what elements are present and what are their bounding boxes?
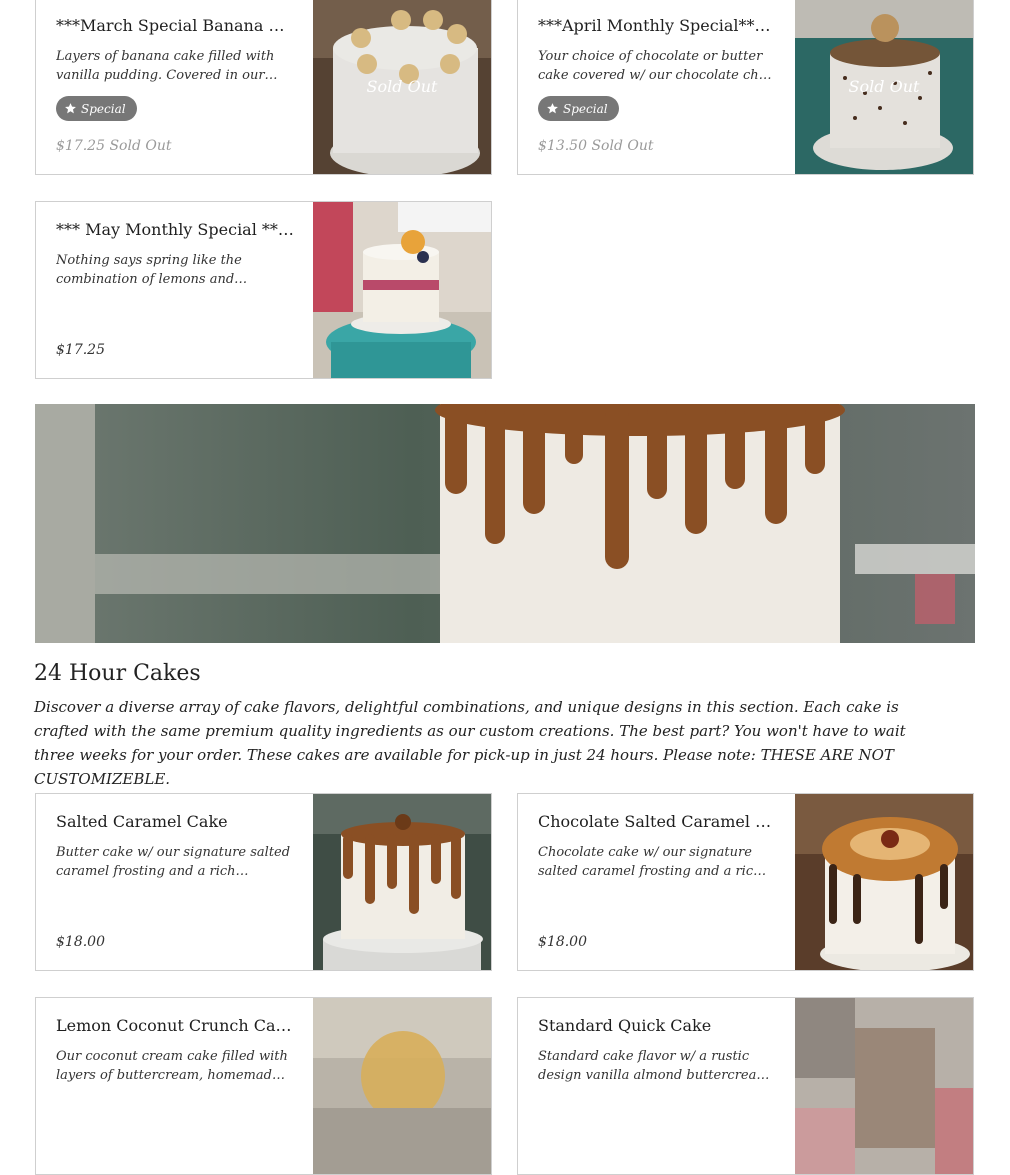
product-price: $17.25 Sold Out [56, 138, 172, 154]
product-card-salted-caramel[interactable]: Salted Caramel Cake Butter cake w/ our s… [35, 793, 492, 971]
card-text: Standard Quick Cake Standard cake flavor… [538, 998, 776, 1174]
product-card-may-special[interactable]: *** May Monthly Special *** Le… Nothing … [35, 201, 492, 379]
product-image-banana-pudding-cake[interactable]: Sold Out [313, 0, 491, 174]
card-text: ***March Special Banana Pudd… Layers of … [56, 0, 294, 174]
card-text: Lemon Coconut Crunch Cake Our coconut cr… [56, 998, 294, 1174]
special-badge: Special [538, 96, 619, 121]
product-description: Standard cake flavor w/ a rustic design … [538, 1049, 769, 1083]
product-image-lemon-blueberry-cake[interactable] [313, 202, 491, 378]
special-badge: Special [56, 96, 137, 121]
sold-out-overlay: Sold Out [313, 0, 491, 174]
sold-out-status: Sold Out [109, 138, 172, 154]
product-title[interactable]: *** May Monthly Special *** Le… [56, 220, 294, 239]
product-card-march-special[interactable]: ***March Special Banana Pudd… Layers of … [35, 0, 492, 175]
star-icon [547, 103, 558, 114]
product-image-chocolate-salted-caramel-cake[interactable] [795, 794, 973, 970]
product-card-lemon-coconut-crunch[interactable]: Lemon Coconut Crunch Cake Our coconut cr… [35, 997, 492, 1175]
card-text: Salted Caramel Cake Butter cake w/ our s… [56, 794, 294, 970]
product-title[interactable]: ***March Special Banana Pudd… [56, 16, 294, 35]
product-title[interactable]: Standard Quick Cake [538, 1016, 776, 1035]
product-price: $13.50 Sold Out [538, 138, 654, 154]
product-image-cookie-cake[interactable]: Sold Out [795, 0, 973, 174]
badge-label: Special [81, 101, 126, 116]
product-description: Butter cake w/ our signature salted cara… [56, 845, 291, 879]
sold-out-overlay: Sold Out [795, 0, 973, 174]
sold-out-status: Sold Out [591, 138, 654, 154]
banner-image-caramel-drip-cake [35, 404, 975, 643]
product-title[interactable]: Chocolate Salted Caramel Cake [538, 812, 776, 831]
product-description: Layers of banana cake filled with vanill… [56, 49, 275, 83]
badge-label: Special [563, 101, 608, 116]
product-card-standard-quick[interactable]: Standard Quick Cake Standard cake flavor… [517, 997, 974, 1175]
product-image-lemon-coconut-cake[interactable] [313, 998, 491, 1174]
card-text: *** May Monthly Special *** Le… Nothing … [56, 202, 294, 378]
card-text: Chocolate Salted Caramel Cake Chocolate … [538, 794, 776, 970]
product-card-april-special[interactable]: ***April Monthly Special*** C… Your choi… [517, 0, 974, 175]
section-title: 24 Hour Cakes [34, 661, 201, 686]
product-price: $17.25 [56, 342, 105, 358]
product-card-chocolate-salted-caramel[interactable]: Chocolate Salted Caramel Cake Chocolate … [517, 793, 974, 971]
product-title[interactable]: Salted Caramel Cake [56, 812, 294, 831]
product-title[interactable]: Lemon Coconut Crunch Cake [56, 1016, 294, 1035]
product-description: Our coconut cream cake filled with layer… [56, 1049, 288, 1083]
product-image-standard-quick-cake[interactable] [795, 998, 973, 1174]
product-price: $18.00 [538, 934, 587, 950]
product-image-salted-caramel-cake[interactable] [313, 794, 491, 970]
product-description: Your choice of chocolate or butter cake … [538, 49, 772, 83]
product-description: Nothing says spring like the combination… [56, 253, 242, 287]
card-text: ***April Monthly Special*** C… Your choi… [538, 0, 776, 174]
product-price: $18.00 [56, 934, 105, 950]
product-description: Chocolate cake w/ our signature salted c… [538, 845, 762, 879]
star-icon [65, 103, 76, 114]
section-description: Discover a diverse array of cake flavors… [34, 698, 906, 788]
product-title[interactable]: ***April Monthly Special*** C… [538, 16, 776, 35]
